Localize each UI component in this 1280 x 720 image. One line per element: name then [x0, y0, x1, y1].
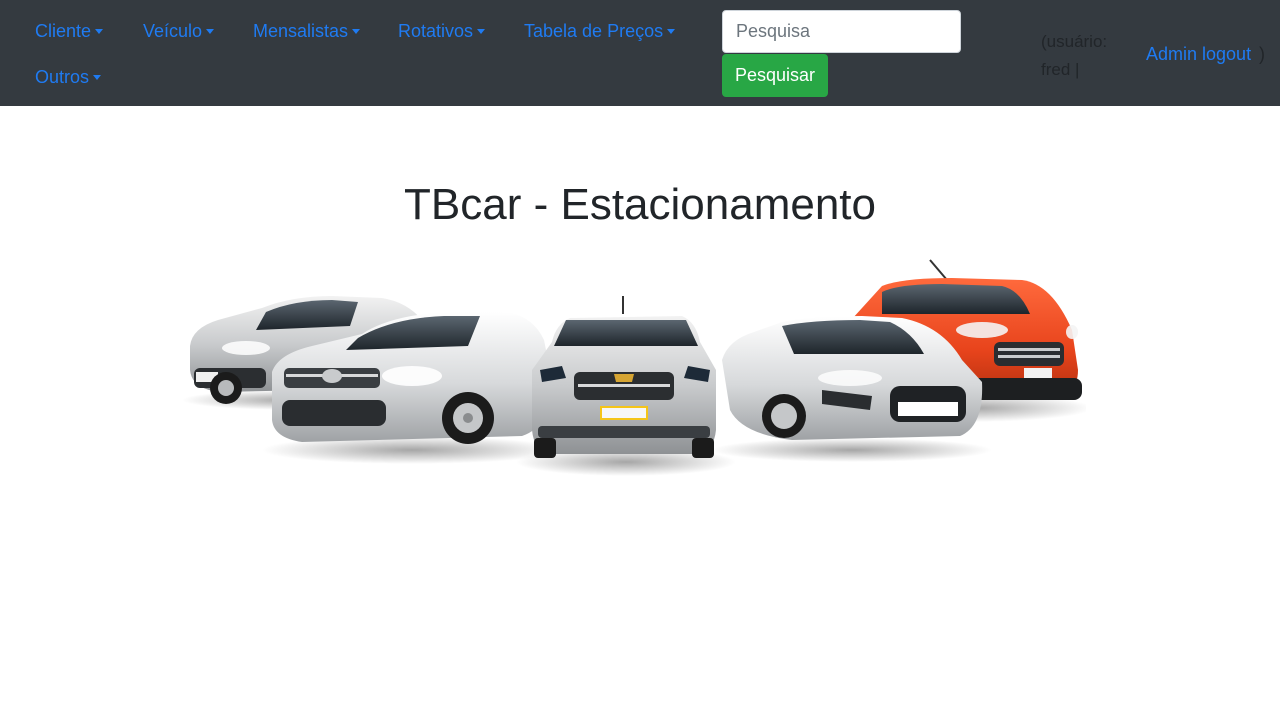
menu-cliente[interactable]: Cliente: [35, 19, 104, 43]
chevron-down-icon: [667, 29, 676, 34]
onix-car: [516, 296, 736, 476]
menu-veiculo-label: Veículo: [143, 21, 203, 41]
chevron-down-icon: [93, 75, 102, 80]
menu-mensalistas-label: Mensalistas: [253, 21, 349, 41]
menu-rotativos-label: Rotativos: [398, 21, 474, 41]
chevron-down-icon: [352, 29, 361, 34]
user-info: (usuário: fred |: [1041, 28, 1117, 84]
search-button[interactable]: Pesquisar: [722, 54, 828, 97]
closing-paren: ): [1259, 44, 1265, 64]
menu-tabela-de-precos[interactable]: Tabela de Preços: [524, 19, 676, 43]
page-title: TBcar - Estacionamento: [404, 180, 876, 229]
menu-rotativos[interactable]: Rotativos: [398, 19, 486, 43]
menu-cliente-label: Cliente: [35, 21, 92, 41]
chevron-down-icon: [95, 29, 104, 34]
menu-mensalistas[interactable]: Mensalistas: [253, 19, 361, 43]
user-name: fred |: [1041, 60, 1080, 79]
menu-tabela-de-precos-label: Tabela de Preços: [524, 21, 664, 41]
menu-outros-label: Outros: [35, 67, 90, 87]
top-navbar: Cliente Veículo Mensalistas Rotativos Ta…: [0, 0, 1280, 106]
menu-veiculo[interactable]: Veículo: [143, 19, 215, 43]
menu-outros[interactable]: Outros: [35, 65, 102, 89]
search-input[interactable]: [722, 10, 961, 53]
chevron-down-icon: [206, 29, 215, 34]
logout-link[interactable]: Admin logout: [1146, 42, 1251, 66]
cars-lineup-image: [182, 259, 1086, 476]
chevron-down-icon: [477, 29, 486, 34]
user-label: (usuário:: [1041, 32, 1108, 51]
